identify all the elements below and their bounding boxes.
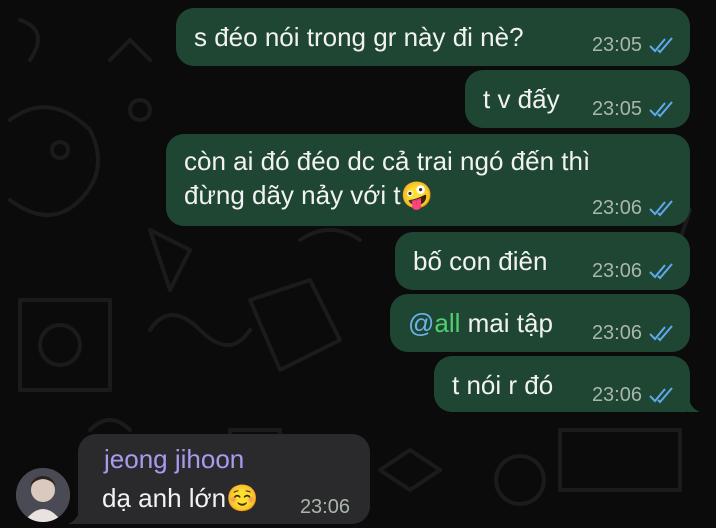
zany-face-emoji: 🤪 bbox=[400, 180, 433, 210]
message-time: 23:06 bbox=[591, 260, 642, 282]
double-check-icon bbox=[649, 101, 673, 118]
double-check-icon bbox=[649, 200, 673, 217]
message-text: s đéo nói trong gr này đi nè? bbox=[194, 22, 524, 52]
double-check-icon bbox=[649, 387, 673, 404]
message-time: 23:05 bbox=[591, 98, 642, 120]
message-bubble-outgoing[interactable]: t nói r đó 23:06 bbox=[434, 356, 690, 412]
message-bubble-outgoing[interactable]: bố con điên 23:06 bbox=[395, 232, 690, 290]
bubble-tail bbox=[68, 508, 80, 524]
mention-at-sign: @ bbox=[408, 308, 435, 338]
message-time: 23:06 bbox=[591, 384, 642, 406]
avatar[interactable] bbox=[16, 468, 70, 522]
message-bubble-outgoing[interactable]: còn ai đó đéo dc cả trai ngó đến thì đừn… bbox=[166, 134, 690, 226]
message-text: t v đấy bbox=[483, 84, 560, 114]
message-text-line-2: đừng dãy nảy với t🤪 bbox=[184, 178, 433, 212]
message-time: 23:06 bbox=[591, 322, 642, 344]
message-text-rest: mai tập bbox=[460, 308, 553, 338]
double-check-icon bbox=[649, 263, 673, 280]
message-text: đừng dãy nảy với t bbox=[184, 180, 401, 210]
message-text: t nói r đó bbox=[452, 370, 554, 400]
message-text: @all mai tập bbox=[408, 306, 553, 340]
message-text-line-1: còn ai đó đéo dc cả trai ngó đến thì bbox=[184, 146, 591, 176]
message-bubble-incoming[interactable]: jeong jihoon dạ anh lớn☺️ 23:06 bbox=[78, 434, 370, 524]
message-text: bố con điên bbox=[413, 246, 548, 276]
mention-all-link[interactable]: all bbox=[434, 308, 460, 338]
message-bubble-outgoing[interactable]: t v đấy 23:05 bbox=[465, 70, 690, 128]
message-bubble-outgoing[interactable]: s đéo nói trong gr này đi nè? 23:05 bbox=[176, 8, 690, 66]
message-bubble-outgoing[interactable]: @all mai tập 23:06 bbox=[390, 294, 690, 352]
message-time: 23:06 bbox=[299, 496, 350, 518]
message-time: 23:06 bbox=[591, 197, 642, 219]
double-check-icon bbox=[649, 325, 673, 342]
smiling-face-emoji: ☺️ bbox=[226, 483, 259, 513]
message-time: 23:05 bbox=[591, 34, 642, 56]
message-text: dạ anh lớn☺️ bbox=[102, 481, 258, 515]
double-check-icon bbox=[649, 37, 673, 54]
bubble-tail bbox=[688, 396, 700, 412]
message-text-body: dạ anh lớn bbox=[102, 483, 227, 513]
avatar-image bbox=[16, 468, 70, 522]
sender-name[interactable]: jeong jihoon bbox=[104, 442, 244, 476]
